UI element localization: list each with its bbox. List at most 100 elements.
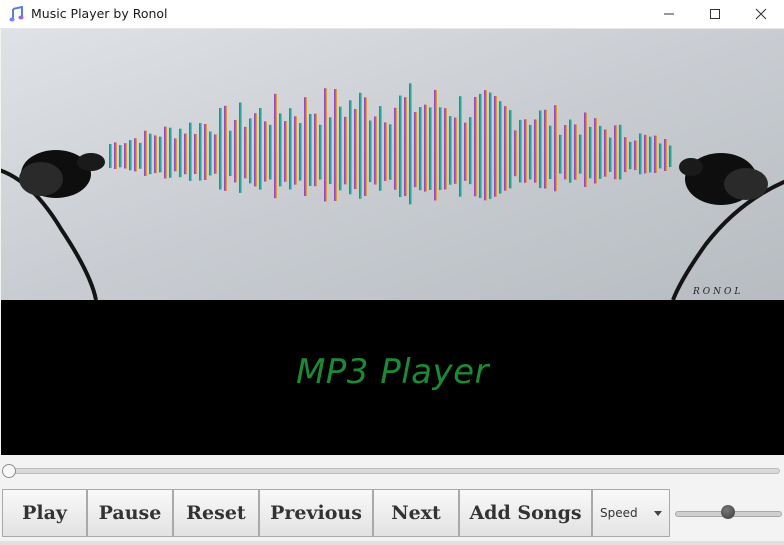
window-title: Music Player by Ronol bbox=[31, 6, 168, 21]
wave-bar bbox=[164, 126, 167, 179]
wave-bar bbox=[504, 106, 507, 191]
wave-bar bbox=[479, 93, 482, 199]
wave-bar bbox=[194, 133, 197, 175]
wave-bar bbox=[219, 108, 222, 190]
wave-bar bbox=[424, 104, 427, 192]
pause-button[interactable]: Pause bbox=[87, 489, 173, 537]
wave-bar bbox=[409, 83, 412, 205]
wave-bar bbox=[299, 122, 302, 181]
maximize-icon bbox=[710, 9, 720, 19]
wave-bar bbox=[554, 105, 557, 192]
wave-bar bbox=[509, 110, 512, 189]
wave-bar bbox=[239, 102, 242, 193]
wave-bar bbox=[529, 124, 532, 180]
chevron-down-icon bbox=[654, 511, 662, 516]
wave-bar bbox=[469, 117, 472, 185]
wave-bar bbox=[644, 134, 647, 174]
volume-slider-thumb[interactable] bbox=[720, 505, 735, 519]
wave-bar bbox=[114, 142, 117, 170]
wave-bar bbox=[324, 88, 327, 202]
wave-bar bbox=[594, 118, 597, 184]
wave-bar bbox=[289, 108, 292, 190]
wave-bar bbox=[139, 142, 142, 169]
wave-bar bbox=[209, 131, 212, 176]
wave-bar bbox=[134, 138, 137, 172]
close-icon bbox=[755, 8, 767, 20]
wave-bar bbox=[464, 122, 467, 181]
wave-bar bbox=[174, 138, 177, 172]
play-button[interactable]: Play bbox=[2, 489, 87, 537]
wave-bar bbox=[534, 119, 537, 183]
wave-bar bbox=[619, 124, 622, 180]
wave-bar bbox=[629, 141, 632, 170]
wave-bar bbox=[319, 124, 322, 180]
wave-bar bbox=[574, 124, 577, 180]
previous-button[interactable]: Previous bbox=[259, 489, 373, 537]
wave-bar bbox=[184, 133, 187, 175]
wave-bar bbox=[514, 130, 517, 177]
wave-bar bbox=[384, 122, 387, 181]
wave-bar bbox=[419, 107, 422, 191]
wave-bar bbox=[204, 123, 207, 181]
add-songs-button[interactable]: Add Songs bbox=[459, 489, 592, 537]
wave-bar bbox=[624, 137, 627, 173]
wave-bar bbox=[254, 113, 257, 187]
wave-bar bbox=[274, 93, 277, 199]
wave-bar bbox=[189, 122, 192, 181]
wave-bar bbox=[144, 130, 147, 176]
wave-bar bbox=[129, 140, 132, 171]
wave-bar bbox=[444, 108, 447, 190]
wave-bar bbox=[389, 124, 392, 180]
wave-bar bbox=[489, 92, 492, 199]
wave-bar bbox=[369, 120, 372, 183]
wave-bar bbox=[199, 123, 202, 181]
title-bar: Music Player by Ronol bbox=[0, 0, 784, 29]
wave-bar bbox=[659, 143, 662, 169]
wave-bar bbox=[454, 117, 457, 184]
speed-label: Speed bbox=[600, 506, 638, 520]
wave-bar bbox=[599, 125, 602, 179]
wave-bar bbox=[439, 107, 442, 190]
minimize-button[interactable] bbox=[646, 0, 692, 29]
wave-bar bbox=[309, 114, 312, 186]
music-note-icon bbox=[9, 6, 24, 22]
artwork-signature: RONOL bbox=[692, 287, 743, 297]
player-display: MP3 Player bbox=[1, 300, 784, 455]
wave-bar bbox=[544, 109, 547, 189]
wave-bar bbox=[654, 135, 657, 174]
wave-bar bbox=[399, 95, 402, 198]
album-artwork: RONOL bbox=[1, 29, 784, 300]
wave-bar bbox=[304, 97, 307, 197]
wave-bar bbox=[559, 134, 562, 174]
wave-bar bbox=[564, 125, 567, 180]
wave-bar bbox=[214, 134, 217, 174]
speed-dropdown[interactable]: Speed bbox=[592, 489, 670, 537]
next-button[interactable]: Next bbox=[373, 489, 459, 537]
wave-bar bbox=[119, 145, 122, 168]
close-button[interactable] bbox=[738, 0, 784, 29]
wave-bar bbox=[269, 124, 272, 180]
wave-bar bbox=[669, 145, 672, 168]
wave-bar bbox=[339, 106, 342, 191]
wave-bar bbox=[519, 119, 522, 183]
wave-bar bbox=[154, 135, 157, 174]
wave-bar bbox=[224, 105, 227, 191]
wave-bar bbox=[524, 119, 527, 183]
wave-bar bbox=[649, 136, 652, 173]
progress-slider-thumb[interactable] bbox=[2, 464, 16, 478]
wave-bar bbox=[284, 121, 287, 182]
wave-bar bbox=[589, 126, 592, 179]
progress-slider[interactable] bbox=[6, 468, 780, 474]
wave-bar bbox=[449, 116, 452, 185]
wave-bar bbox=[109, 143, 112, 169]
wave-bar bbox=[459, 96, 462, 197]
wave-bar bbox=[429, 107, 432, 190]
wave-bar bbox=[149, 133, 152, 175]
maximize-button[interactable] bbox=[692, 0, 738, 29]
reset-button[interactable]: Reset bbox=[173, 489, 259, 537]
wave-bar bbox=[579, 134, 582, 174]
wave-bar bbox=[379, 106, 382, 191]
wave-bar bbox=[159, 136, 162, 173]
wave-bar bbox=[549, 125, 552, 180]
wave-bar bbox=[264, 121, 267, 182]
